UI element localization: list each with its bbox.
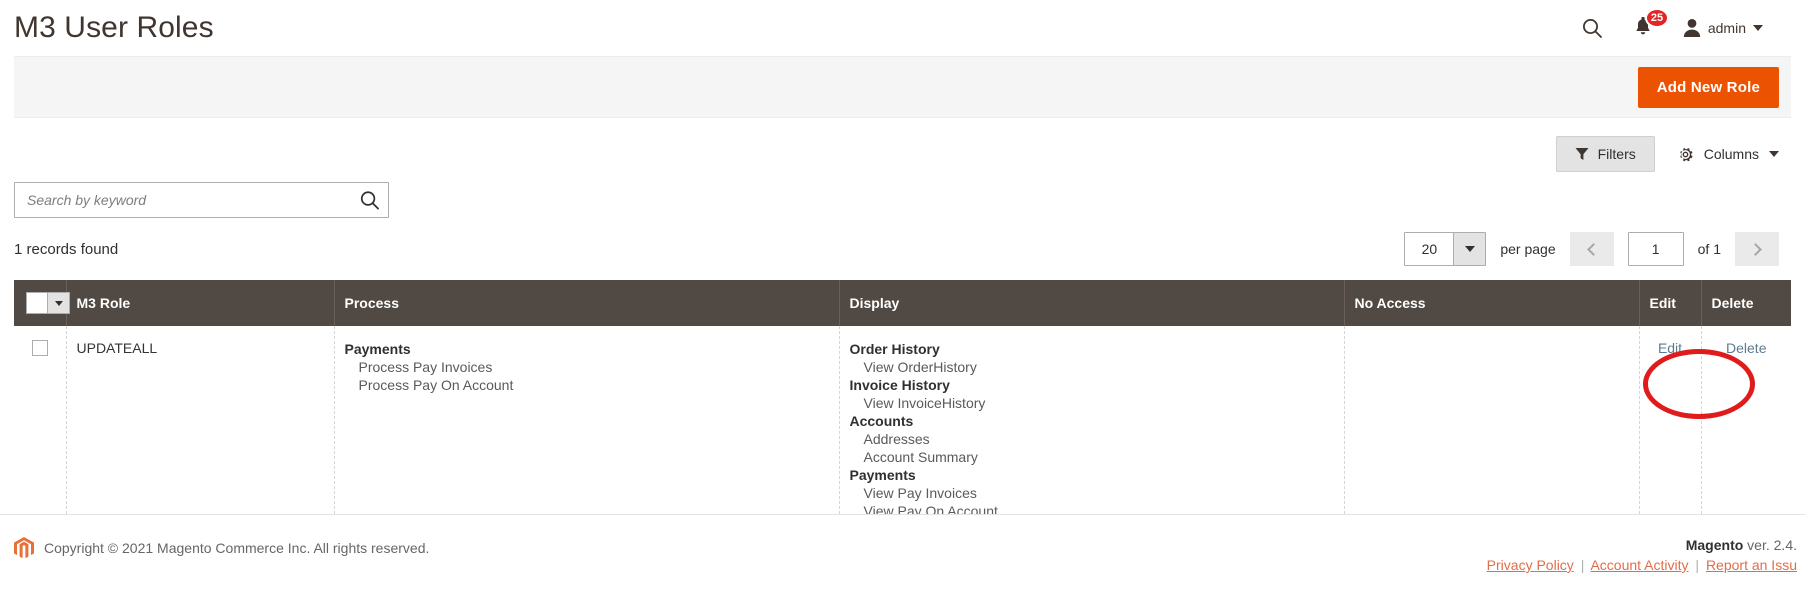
admin-user-menu[interactable]: admin (1683, 18, 1763, 38)
column-header-no-access[interactable]: No Access (1344, 280, 1640, 326)
cell-edit: Edit (1639, 326, 1702, 535)
filters-label: Filters (1597, 146, 1636, 162)
notifications-button[interactable]: 25 (1633, 8, 1670, 39)
chevron-down-icon (1769, 151, 1779, 157)
records-found-label: 1 records found (14, 240, 119, 258)
mass-select-control[interactable] (26, 292, 70, 314)
display-group-title: Invoice History (849, 377, 950, 393)
per-page-value: 20 (1405, 233, 1454, 265)
row-select-cell (14, 326, 67, 535)
grid-controls: Filters Columns (0, 118, 1793, 172)
per-page-toggle[interactable] (1453, 233, 1486, 265)
display-group-title: Accounts (849, 413, 914, 429)
previous-page-button[interactable] (1569, 232, 1614, 266)
chevron-down-icon (1753, 25, 1763, 31)
row-checkbox[interactable] (31, 340, 48, 356)
admin-user-name: admin (1707, 20, 1746, 36)
columns-dropdown[interactable]: Columns (1677, 146, 1779, 163)
cell-process: Payments Process Pay Invoices Process Pa… (334, 326, 840, 535)
data-grid: M3 Role Process Display No Access Edit D… (0, 266, 1805, 535)
magento-version: Magento ver. 2.4. (1487, 537, 1797, 553)
footer-link-separator: | (1580, 557, 1585, 573)
page-actions-bar: Add New Role (14, 56, 1791, 118)
magento-version-number: ver. 2.4. (1743, 537, 1797, 553)
admin-page: M3 User Roles 25 admin Add New Role Filt… (0, 0, 1805, 590)
footer-link-separator: | (1695, 557, 1700, 573)
chevron-left-icon (1586, 242, 1600, 256)
search-submit-button[interactable] (359, 190, 380, 211)
page-footer: Copyright © 2021 Magento Commerce Inc. A… (0, 514, 1805, 590)
table-row: UPDATEALL Payments Process Pay Invoices … (14, 326, 1791, 535)
display-group-item: Addresses (863, 431, 930, 447)
magento-brand: Magento (1685, 537, 1744, 553)
display-group-title: Payments (849, 467, 916, 483)
header-actions: 25 admin (1581, 8, 1783, 39)
user-avatar-icon (1683, 19, 1701, 37)
cell-no-access (1344, 326, 1640, 535)
account-activity-link[interactable]: Account Activity (1590, 557, 1688, 573)
columns-label: Columns (1703, 146, 1759, 162)
column-header-process[interactable]: Process (334, 280, 840, 326)
magento-logo-icon (14, 537, 34, 559)
display-group-item: View InvoiceHistory (863, 395, 986, 411)
footer-copyright-block: Copyright © 2021 Magento Commerce Inc. A… (14, 537, 429, 559)
column-header-edit: Edit (1639, 280, 1702, 326)
per-page-selector[interactable]: 20 (1404, 232, 1487, 266)
footer-version-block: Magento ver. 2.4. Privacy Policy | Accou… (1487, 537, 1797, 573)
notification-count-badge: 25 (1644, 8, 1670, 28)
delete-link[interactable]: Delete (1726, 340, 1766, 356)
column-header-delete: Delete (1701, 280, 1791, 326)
process-group-title: Payments (344, 341, 411, 357)
pagination-controls: 20 per page of 1 (1404, 232, 1779, 266)
page-title: M3 User Roles (14, 11, 214, 44)
report-an-issue-link[interactable]: Report an Issu (1706, 557, 1797, 573)
per-page-label: per page (1500, 241, 1556, 257)
select-all-checkbox[interactable] (26, 292, 48, 314)
table-header-row: M3 Role Process Display No Access Edit D… (14, 280, 1791, 326)
display-group-title: Order History (849, 341, 940, 357)
search-icon (360, 191, 379, 210)
process-group-item: Process Pay On Account (358, 377, 514, 393)
display-group-item: View OrderHistory (863, 359, 977, 375)
cell-delete: Delete (1701, 326, 1791, 535)
total-pages-label: of 1 (1697, 241, 1721, 257)
privacy-policy-link[interactable]: Privacy Policy (1487, 557, 1574, 573)
column-header-display[interactable]: Display (839, 280, 1345, 326)
next-page-button[interactable] (1735, 232, 1779, 266)
copyright-text: Copyright © 2021 Magento Commerce Inc. A… (44, 540, 430, 556)
chevron-right-icon (1749, 242, 1762, 256)
records-and-pager: 1 records found 20 per page of 1 (0, 218, 1805, 266)
add-new-role-button[interactable]: Add New Role (1637, 66, 1779, 108)
mass-select-dropdown[interactable] (48, 292, 70, 314)
column-header-select (14, 280, 70, 326)
chevron-down-icon (1464, 246, 1475, 252)
current-page-input[interactable] (1627, 232, 1684, 266)
funnel-icon (1575, 148, 1589, 160)
cell-m3-role: UPDATEALL (66, 326, 335, 535)
process-group-item: Process Pay Invoices (358, 359, 493, 375)
search-input[interactable] (15, 183, 388, 217)
chevron-down-icon (54, 300, 63, 306)
edit-link[interactable]: Edit (1658, 340, 1682, 356)
display-group-item: Account Summary (863, 449, 978, 465)
roles-table: M3 Role Process Display No Access Edit D… (14, 280, 1791, 535)
gear-icon (1679, 147, 1693, 161)
search-icon[interactable] (1581, 17, 1603, 39)
keyword-search-box (14, 182, 389, 218)
cell-display: Order History View OrderHistory Invoice … (839, 326, 1345, 535)
search-row (0, 172, 1805, 218)
filters-button[interactable]: Filters (1555, 136, 1655, 172)
footer-links: Privacy Policy | Account Activity | Repo… (1487, 557, 1797, 573)
display-group-item: View Pay Invoices (863, 485, 977, 501)
page-header: M3 User Roles 25 admin (0, 0, 1805, 56)
column-header-m3-role[interactable]: M3 Role (66, 280, 335, 326)
